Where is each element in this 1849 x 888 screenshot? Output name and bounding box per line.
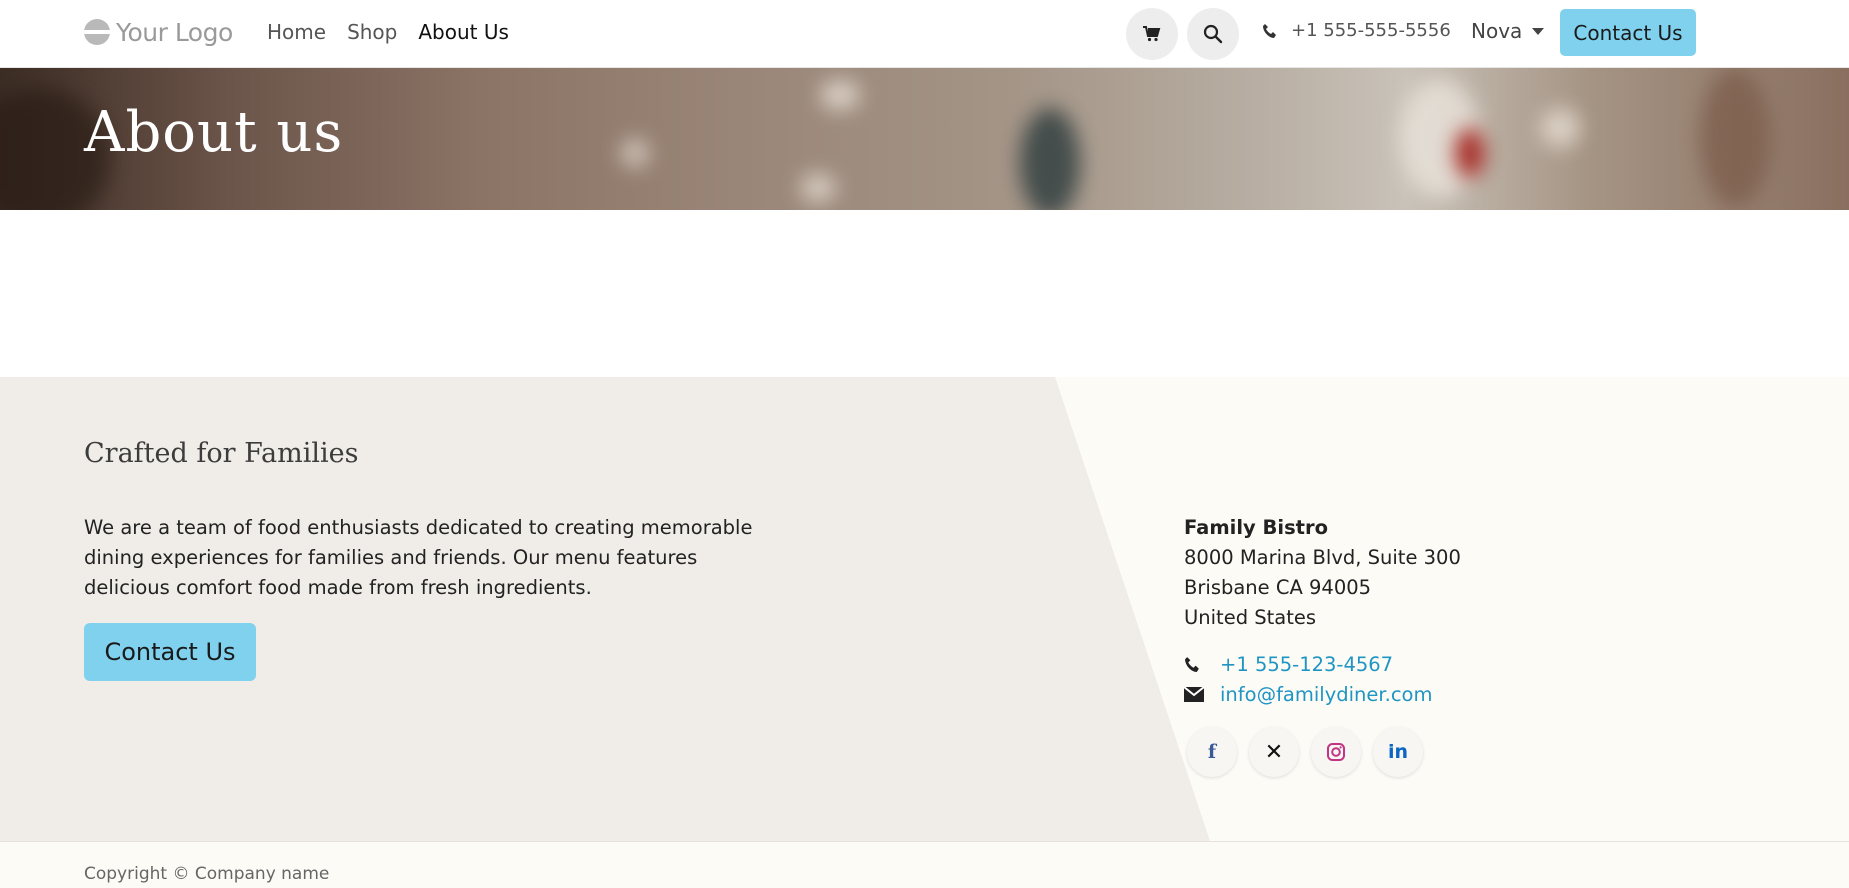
- page-title: About us: [84, 100, 344, 165]
- cart-button[interactable]: [1126, 8, 1178, 60]
- footer-tagline: Crafted for Families: [84, 438, 359, 469]
- header-contact-button[interactable]: Contact Us: [1560, 9, 1696, 56]
- address-country: United States: [1184, 606, 1317, 629]
- chevron-down-icon: [1532, 27, 1545, 35]
- logo[interactable]: Your Logo: [84, 16, 233, 48]
- footer-address: Family Bistro 8000 Marina Blvd, Suite 30…: [1184, 513, 1461, 633]
- cart-icon: [1143, 26, 1161, 42]
- top-navbar: Your Logo Home Shop About Us +1 555-555-…: [0, 0, 1849, 68]
- footer-description: We are a team of food enthusiasts dedica…: [84, 516, 753, 599]
- logo-text: Your Logo: [116, 17, 233, 47]
- user-menu[interactable]: Nova: [1471, 19, 1545, 43]
- envelope-icon: [1184, 687, 1208, 702]
- phone-icon: [1184, 656, 1208, 673]
- address-line-1: 8000 Marina Blvd, Suite 300: [1184, 546, 1461, 569]
- nav-home[interactable]: Home: [267, 20, 326, 44]
- linkedin-icon[interactable]: in: [1373, 727, 1423, 777]
- footer-phone-row: +1 555-123-4567: [1184, 653, 1393, 676]
- phone-icon: [1263, 23, 1276, 38]
- footer-email-row: info@familydiner.com: [1184, 683, 1432, 706]
- search-button[interactable]: [1187, 8, 1239, 60]
- nav-about-us[interactable]: About Us: [418, 20, 509, 44]
- facebook-icon[interactable]: f: [1187, 727, 1237, 777]
- footer-phone-link[interactable]: +1 555-123-4567: [1220, 653, 1393, 676]
- main-nav: Home Shop About Us: [267, 20, 509, 44]
- page-banner: About us: [0, 68, 1849, 210]
- x-icon[interactable]: ✕: [1249, 727, 1299, 777]
- nav-shop[interactable]: Shop: [347, 20, 397, 44]
- social-links: f ✕ in: [1187, 727, 1423, 777]
- header-phone[interactable]: +1 555-555-5556: [1262, 20, 1451, 41]
- address-line-2: Brisbane CA 94005: [1184, 576, 1372, 599]
- company-name: Family Bistro: [1184, 516, 1329, 539]
- copyright-text: Copyright © Company name: [84, 864, 330, 884]
- instagram-icon[interactable]: [1311, 727, 1361, 777]
- footer-contact-button[interactable]: Contact Us: [84, 623, 256, 681]
- user-name: Nova: [1471, 19, 1523, 43]
- logo-mark-icon: [84, 19, 110, 45]
- search-icon: [1203, 24, 1223, 44]
- footer-email-link[interactable]: info@familydiner.com: [1220, 683, 1432, 706]
- header-phone-number: +1 555-555-5556: [1291, 20, 1451, 41]
